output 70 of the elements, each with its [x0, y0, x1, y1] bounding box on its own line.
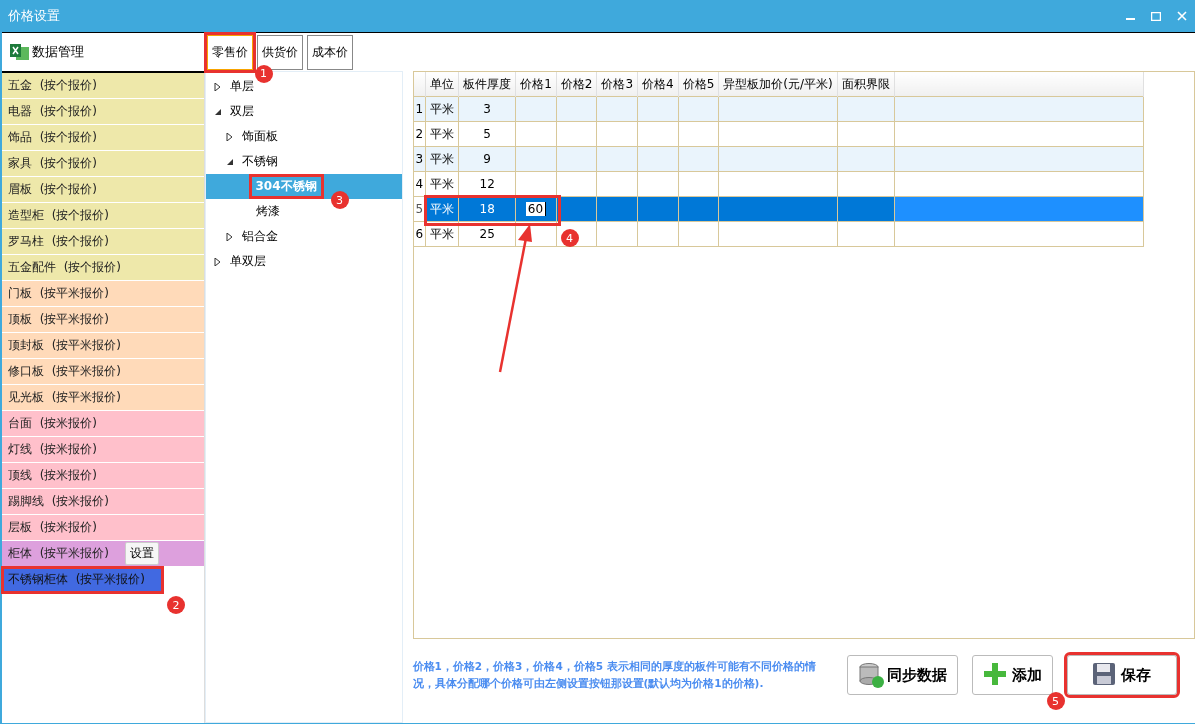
column-header[interactable]: 价格2 — [556, 72, 597, 97]
cell-input[interactable]: 60 — [525, 202, 547, 216]
category-item[interactable]: 五金 (按个报价) — [2, 73, 204, 99]
price-tab[interactable]: 成本价 — [306, 34, 353, 70]
category-item[interactable]: 罗马柱 (按个报价) — [2, 229, 204, 255]
tree-item[interactable]: 双层 — [225, 102, 258, 121]
category-item[interactable]: 修口板 (按平米报价) — [2, 359, 204, 385]
database-icon — [857, 662, 884, 688]
category-item[interactable]: 不锈钢柜体 (按平米报价) — [2, 567, 163, 593]
collapsed-caret-icon[interactable] — [213, 82, 222, 91]
category-item[interactable]: 台面 (按米报价) — [2, 411, 204, 437]
row-number: 4 — [413, 171, 426, 197]
category-item[interactable]: 柜体 (按平米报价) 设置 — [2, 541, 204, 567]
category-item[interactable]: 见光板 (按平米报价) — [2, 385, 204, 411]
category-item[interactable]: 五金配件 (按个报价) — [2, 255, 204, 281]
price-tab[interactable]: 零售价 — [206, 34, 253, 70]
plus-icon — [982, 662, 1009, 688]
column-header[interactable]: 价格5 — [678, 72, 719, 97]
table-cell: 平米 — [425, 121, 459, 147]
tree-item[interactable]: 不锈钢 — [237, 152, 282, 171]
sync-button[interactable]: 同步数据 — [846, 655, 958, 695]
row-number: 2 — [413, 121, 426, 147]
add-button[interactable]: 添加 — [971, 655, 1053, 695]
tree-item[interactable]: 烤漆 — [251, 202, 284, 221]
category-item[interactable]: 门板 (按平米报价) — [2, 281, 204, 307]
table-cell: 3 — [458, 96, 516, 122]
category-item[interactable]: 顶板 (按平米报价) — [2, 307, 204, 333]
category-item[interactable]: 顶线 (按米报价) — [2, 463, 204, 489]
table-cell: 平米 — [425, 96, 459, 122]
settings-button[interactable]: 设置 — [125, 542, 159, 565]
spreadsheet-icon — [10, 42, 30, 62]
category-item[interactable]: 顶封板 (按平米报价) — [2, 333, 204, 359]
price-tab[interactable]: 供货价 — [256, 34, 303, 70]
column-header[interactable]: 板件厚度 — [458, 72, 516, 97]
close-icon[interactable] — [1177, 11, 1187, 21]
save-button[interactable]: 保存 — [1066, 655, 1177, 695]
tree-item[interactable]: 铝合金 — [237, 227, 282, 246]
collapsed-caret-icon[interactable] — [225, 232, 234, 241]
column-header[interactable]: 异型板加价(元/平米) — [718, 72, 838, 97]
category-item[interactable]: 灯线 (按米报价) — [2, 437, 204, 463]
column-header[interactable]: 价格1 — [515, 72, 557, 97]
row-number: 3 — [413, 146, 426, 172]
table-cell: 25 — [458, 221, 516, 247]
category-item[interactable]: 层板 (按米报价) — [2, 515, 204, 541]
collapsed-caret-icon[interactable] — [225, 132, 234, 141]
category-item[interactable]: 踢脚线 (按米报价) — [2, 489, 204, 515]
expanded-caret-icon[interactable] — [225, 157, 234, 166]
help-text: 价格1，价格2，价格3，价格4，价格5 表示相同的厚度的板件可能有不同价格的情况，具体分配哪个价格可由左侧设置按钮那设置(默认均为价格1的价格). — [412, 659, 817, 691]
tree-item[interactable]: 饰面板 — [237, 127, 282, 146]
category-item[interactable]: 饰品 (按个报价) — [2, 125, 204, 151]
row-number: 1 — [413, 96, 426, 122]
tree-item[interactable]: 单双层 — [225, 252, 270, 271]
step-number-badge: 5 — [1046, 692, 1065, 710]
expanded-caret-icon[interactable] — [213, 107, 222, 116]
table-cell: 平米 — [425, 221, 459, 247]
column-header[interactable]: 面积界限 — [837, 72, 895, 97]
column-header[interactable]: 价格3 — [596, 72, 638, 97]
category-item[interactable]: 造型柜 (按个报价) — [2, 203, 204, 229]
category-item[interactable]: 电器 (按个报价) — [2, 99, 204, 125]
category-item[interactable]: 家具 (按个报价) — [2, 151, 204, 177]
table-cell: 5 — [458, 121, 516, 147]
window-title: 价格设置 — [8, 7, 60, 25]
category-item[interactable]: 眉板 (按个报价) — [2, 177, 204, 203]
row-number: 5 — [413, 196, 426, 222]
collapsed-caret-icon[interactable] — [213, 257, 222, 266]
step-number-badge: 2 — [167, 596, 185, 614]
column-header[interactable]: 价格4 — [637, 72, 679, 97]
sidebar-header[interactable]: 数据管理 — [32, 43, 84, 61]
column-header[interactable]: 单位 — [425, 72, 459, 97]
maximize-icon[interactable] — [1151, 11, 1161, 21]
